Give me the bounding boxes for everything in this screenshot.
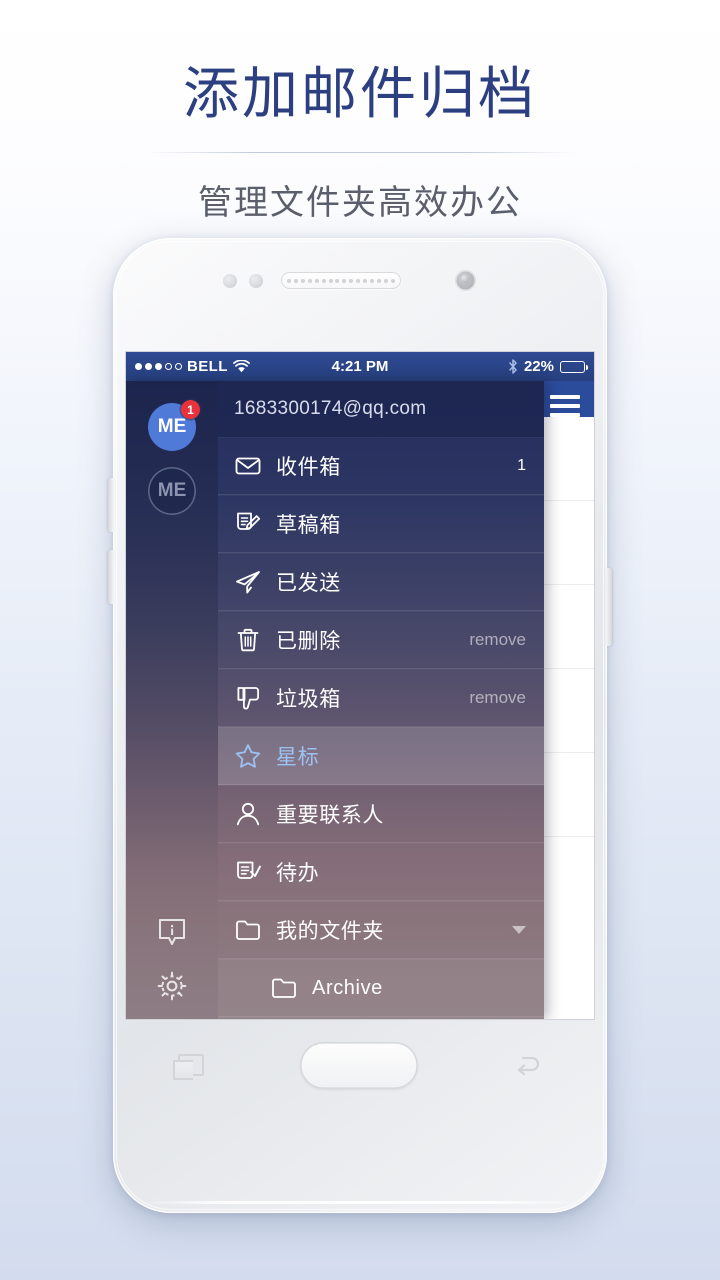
menu-item-todo[interactable]: 待办: [218, 843, 544, 901]
menu-item-label: 我的文件夹: [276, 920, 384, 943]
menu-item-inbox[interactable]: 收件箱 1: [218, 437, 544, 495]
promo-divider: [145, 152, 575, 154]
proximity-sensor-icon: [223, 274, 237, 288]
menu-item-sent[interactable]: 已发送: [218, 553, 544, 611]
menu-item-label: 星标: [276, 746, 320, 769]
trash-icon: [234, 626, 262, 654]
paper-plane-icon: [234, 568, 262, 596]
avatar-initials: ME: [157, 480, 187, 501]
status-bar-right: 22%: [508, 358, 589, 375]
phone-bottom-edge: [141, 1201, 579, 1204]
unread-badge: 1: [181, 400, 200, 419]
carrier-label: BELL: [187, 358, 228, 375]
recents-button[interactable]: [173, 1054, 204, 1080]
promo-header: 添加邮件归档 管理文件夹高效办公: [0, 0, 720, 224]
menu-item-deleted[interactable]: 已删除 remove: [218, 611, 544, 669]
phone-device-frame: BELL 4:21 PM 22% ME 1 ME 1683300174@qq.c…: [108, 238, 612, 1213]
menu-item-label: 垃圾箱: [276, 688, 341, 711]
thumbs-down-icon: [234, 684, 262, 712]
menu-item-label: 已发送: [276, 572, 341, 595]
account-rail: ME 1 ME: [126, 381, 218, 1019]
volume-down-button[interactable]: [108, 550, 114, 604]
light-sensor-icon: [249, 274, 263, 288]
phone-screen: BELL 4:21 PM 22% ME 1 ME 1683300174@qq.c…: [126, 352, 594, 1019]
draft-pencil-icon: [234, 510, 262, 538]
avatar-initials: ME: [157, 416, 187, 437]
folder-icon: [234, 916, 262, 944]
earpiece-speaker: [281, 272, 401, 289]
status-bar-left: BELL: [135, 358, 250, 375]
bluetooth-icon: [508, 359, 518, 374]
menu-item-folder-archive[interactable]: Archive: [218, 959, 544, 1017]
battery-percent-label: 22%: [523, 358, 554, 375]
menu-item-label: Archive: [312, 976, 383, 999]
wifi-icon: [232, 360, 250, 373]
menu-item-label: 收件箱: [276, 456, 341, 479]
account-avatar-active[interactable]: ME 1: [148, 400, 200, 451]
person-icon: [234, 800, 262, 828]
status-bar: BELL 4:21 PM 22%: [126, 352, 594, 381]
hamburger-icon[interactable]: [550, 395, 580, 417]
volume-up-button[interactable]: [108, 478, 114, 532]
account-email-header[interactable]: 1683300174@qq.com: [218, 381, 544, 437]
promo-title: 添加邮件归档: [183, 62, 537, 125]
phone-top-sensors: [113, 268, 607, 294]
hardware-nav-bar: [126, 1019, 594, 1111]
drawer-content: 1683300174@qq.com 收件箱 1 草稿箱 已发送 已删除 remo…: [218, 381, 544, 1019]
folder-menu: 收件箱 1 草稿箱 已发送 已删除 remove 垃圾箱 remove 星标 重…: [218, 437, 544, 1019]
menu-item-my-folders[interactable]: 我的文件夹: [218, 901, 544, 959]
todo-check-icon: [234, 858, 262, 886]
battery-icon: [560, 360, 589, 373]
unread-count: 1: [517, 457, 526, 474]
folder-icon: [270, 974, 298, 1002]
gear-icon[interactable]: [155, 969, 189, 1003]
promo-subtitle: 管理文件夹高效办公: [198, 184, 522, 223]
menu-item-label: 待办: [276, 862, 320, 885]
back-button[interactable]: [514, 1053, 542, 1077]
envelope-icon: [234, 452, 262, 480]
app-body: A M D A N: [126, 381, 594, 1019]
menu-item-label: 已删除: [276, 630, 341, 653]
star-icon: [234, 742, 262, 770]
navigation-drawer: ME 1 ME 1683300174@qq.com 收件箱 1 草稿箱 已发送 …: [126, 381, 544, 1019]
menu-item-label: 重要联系人: [276, 804, 384, 827]
power-button[interactable]: [606, 568, 612, 646]
account-avatar-list: ME 1 ME: [126, 381, 218, 515]
remove-action[interactable]: remove: [469, 630, 526, 650]
menu-item-starred[interactable]: 星标: [218, 727, 544, 785]
menu-item-vip-contacts[interactable]: 重要联系人: [218, 785, 544, 843]
home-button[interactable]: [300, 1041, 418, 1089]
info-icon[interactable]: [155, 915, 189, 949]
remove-action[interactable]: remove: [469, 688, 526, 708]
menu-item-drafts[interactable]: 草稿箱: [218, 495, 544, 553]
rail-bottom-actions: [126, 915, 218, 1003]
account-email-label: 1683300174@qq.com: [234, 398, 427, 419]
account-avatar-secondary[interactable]: ME: [148, 467, 196, 515]
front-camera-icon: [455, 270, 476, 291]
menu-item-label: 草稿箱: [276, 514, 341, 537]
menu-item-spam[interactable]: 垃圾箱 remove: [218, 669, 544, 727]
signal-strength-icon: [135, 363, 182, 370]
chevron-down-icon[interactable]: [512, 926, 526, 934]
